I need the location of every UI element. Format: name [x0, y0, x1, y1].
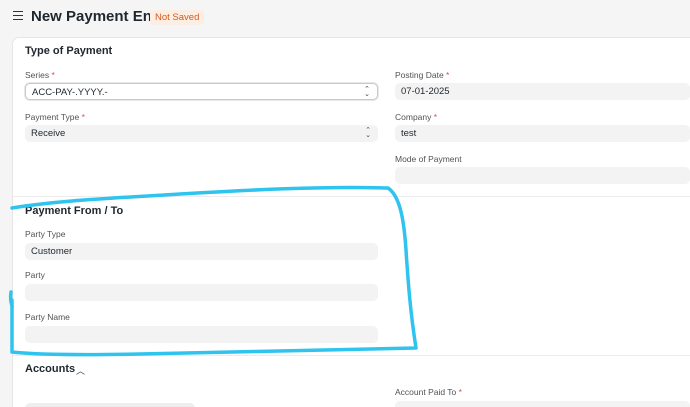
payment-type-label: Payment Type * — [25, 112, 85, 122]
chevron-up-icon[interactable]: ︿ — [76, 364, 85, 377]
posting-date-field[interactable]: 07-01-2025 — [395, 83, 690, 100]
menu-icon[interactable] — [13, 11, 23, 21]
status-badge: Not Saved — [150, 10, 205, 25]
series-select[interactable]: ACC-PAY-.YYYY.- ⌃ ⌄ — [25, 83, 378, 100]
party-label: Party — [25, 270, 45, 280]
company-label: Company * — [395, 112, 438, 122]
section-title-type-of-payment: Type of Payment — [25, 45, 113, 57]
page-header: New Payment Entry Not Saved — [0, 0, 690, 36]
mode-of-payment-label: Mode of Payment — [395, 154, 462, 164]
accounts-left-field[interactable] — [25, 403, 195, 407]
select-caret-icon: ⌃ ⌄ — [365, 127, 371, 139]
party-type-field[interactable]: Customer — [25, 243, 378, 260]
account-paid-to-field[interactable] — [395, 401, 690, 407]
party-field[interactable] — [25, 284, 378, 301]
payment-type-select[interactable]: Receive ⌃ ⌄ — [25, 125, 378, 142]
section-divider — [13, 196, 690, 197]
section-title-payment-from-to: Payment From / To — [25, 205, 124, 217]
mode-of-payment-field[interactable] — [395, 167, 690, 184]
section-divider — [13, 355, 690, 356]
section-title-accounts[interactable]: Accounts — [25, 363, 75, 375]
party-name-label: Party Name — [25, 312, 70, 322]
account-paid-to-label: Account Paid To * — [395, 387, 462, 397]
party-type-label: Party Type — [25, 229, 66, 239]
company-field[interactable]: test — [395, 125, 690, 142]
select-caret-icon: ⌃ ⌄ — [364, 86, 370, 98]
series-label: Series * — [25, 70, 55, 80]
posting-date-label: Posting Date * — [395, 70, 450, 80]
party-name-field[interactable] — [25, 326, 378, 343]
